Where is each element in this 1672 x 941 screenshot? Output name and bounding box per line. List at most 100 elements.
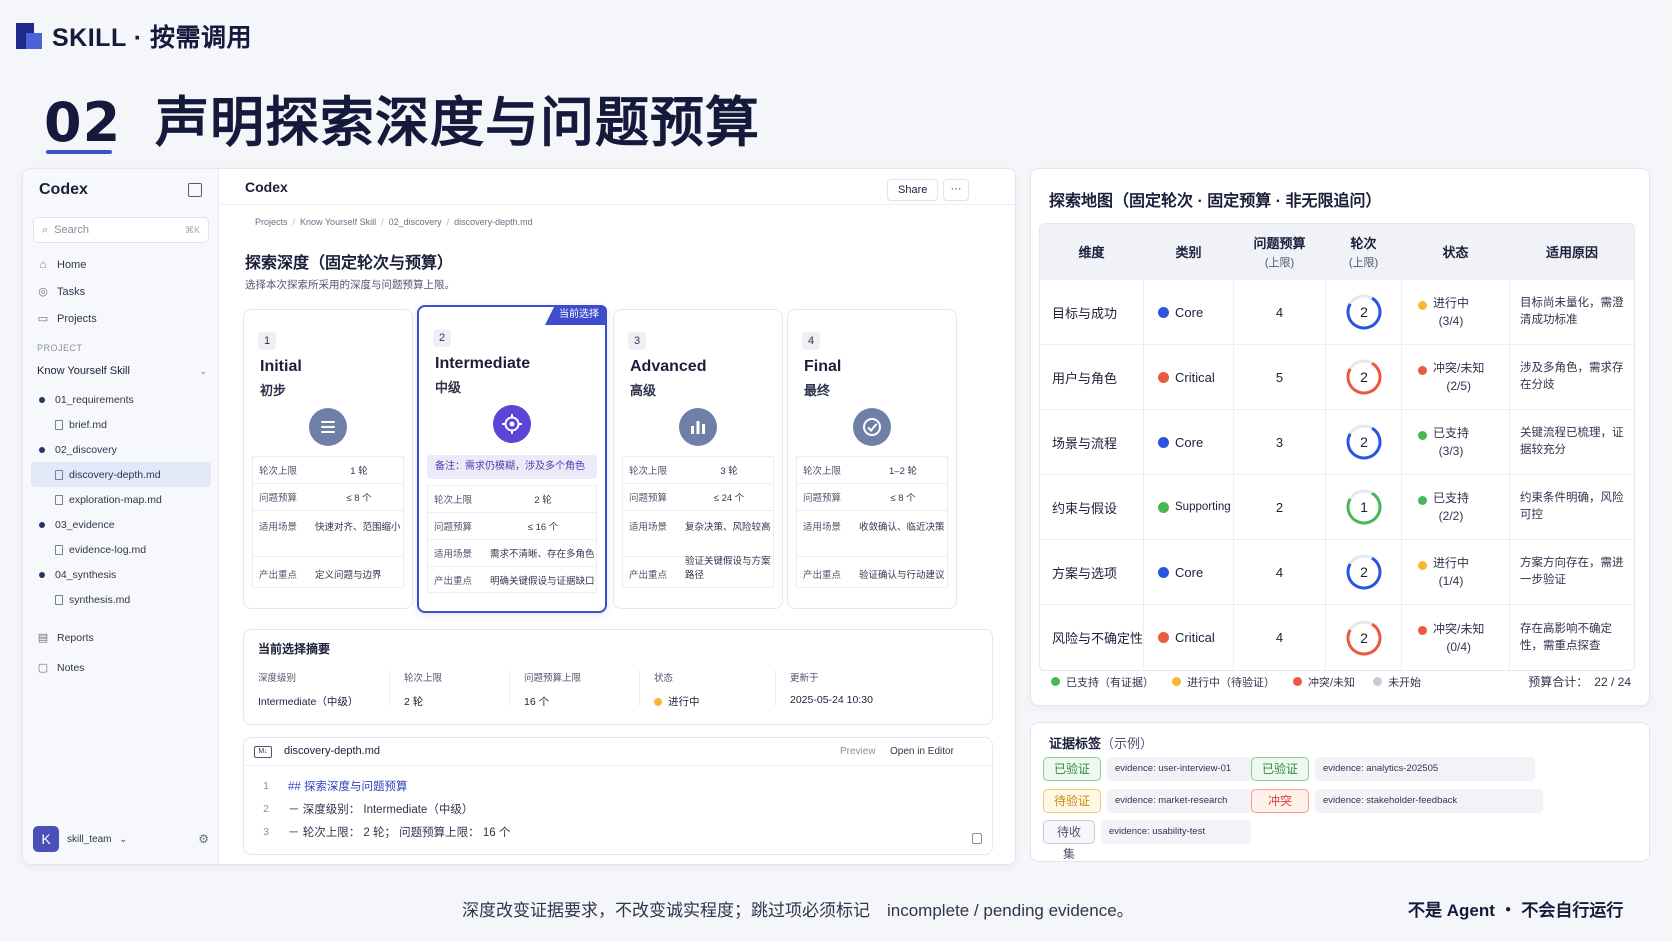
- column-header-label: 问题预算: [1253, 236, 1306, 251]
- sidebar: Codex ⌕ Search ⌘K ⌂ Home ◎ Tasks ▭ Projects P…: [23, 169, 219, 864]
- main-title: Codex: [245, 179, 288, 195]
- evidence-reference[interactable]: evidence: analytics-202505: [1315, 757, 1535, 781]
- folder-dot-icon: [39, 396, 45, 403]
- breadcrumb-item[interactable]: 02_discovery: [389, 217, 442, 227]
- tree-file[interactable]: brief.md: [31, 412, 211, 437]
- status-progress: (2/5): [1446, 379, 1472, 393]
- legend-item: 冲突/未知: [1293, 674, 1355, 690]
- legend-item: 进行中（待验证）: [1172, 674, 1275, 690]
- status-label: 冲突/未知: [1433, 361, 1485, 375]
- evidence-reference[interactable]: evidence: user-interview-01: [1107, 757, 1261, 781]
- category-label: Core: [1175, 434, 1204, 450]
- table-row[interactable]: 场景与流程 Core 3 2 已支持 (3/3) 关键流程已梳理，证据较充分: [1040, 410, 1634, 475]
- sidebar-item-tasks[interactable]: ◎ Tasks: [37, 278, 207, 305]
- sidebar-item-home[interactable]: ⌂ Home: [37, 251, 207, 278]
- detail-key: 适用场景: [803, 522, 842, 533]
- detail-value: ≤ 16 个: [527, 522, 559, 533]
- budget-cell: 5: [1234, 345, 1326, 409]
- depth-card-final[interactable]: 4 Final 最终 轮次上限 1–2 轮问题预算 ≤ 8 个适用场景 收敛确认、临近决策产…: [787, 309, 957, 609]
- page-title: 02 声明探索深度与问题预算: [44, 78, 760, 157]
- avatar[interactable]: K: [33, 826, 59, 852]
- status-progress: (3/4): [1438, 314, 1464, 328]
- copy-icon[interactable]: [972, 833, 982, 844]
- tree-folder[interactable]: 01_requirements: [31, 387, 211, 412]
- card-details: 轮次上限 1 轮问题预算 ≤ 8 个适用场景 快速对齐、范围缩小 产出重点 定义问题与边界: [252, 456, 404, 588]
- breadcrumb-item[interactable]: Projects: [255, 217, 288, 227]
- project-selector[interactable]: Know Yourself Skill ⌄: [37, 361, 207, 381]
- category-cell: Core: [1144, 410, 1234, 474]
- table-row[interactable]: 方案与选项 Core 4 2 进行中 (1/4) 方案方向存在，需进一步验证: [1040, 540, 1634, 605]
- summary-value: 2025-05-24 10:30: [790, 694, 944, 706]
- status-progress: (3/3): [1438, 444, 1464, 458]
- sidebar-item-notes[interactable]: ▢ Notes: [37, 653, 207, 683]
- tree-file[interactable]: synthesis.md: [31, 587, 211, 612]
- tree-folder[interactable]: 04_synthesis: [31, 562, 211, 587]
- summary-field: 问题预算上限 16 个: [510, 670, 640, 708]
- card-detail-row: 问题预算 ≤ 24 个: [622, 483, 774, 510]
- detail-key: 轮次上限: [629, 466, 668, 477]
- card-detail-row: 轮次上限 3 轮: [622, 456, 774, 483]
- rounds-cell: 2: [1326, 540, 1402, 604]
- tree-item-label: 02_discovery: [55, 443, 117, 456]
- editor-line[interactable]: 3 － 轮次上限： 2 轮； 问题预算上限： 16 个: [244, 820, 992, 843]
- tree-file[interactable]: discovery-depth.md: [31, 462, 211, 487]
- table-row[interactable]: 目标与成功 Core 4 2 进行中 (3/4) 目标尚未量化，需澄清成功标准: [1040, 280, 1634, 345]
- share-button[interactable]: Share: [887, 179, 939, 201]
- user-menu[interactable]: K skill_team ⌄ ⚙: [33, 826, 209, 852]
- tree-file[interactable]: exploration-map.md: [31, 487, 211, 512]
- reason-text: 约束条件明确，风险可控: [1520, 492, 1624, 521]
- more-button[interactable]: ···: [943, 179, 969, 201]
- chevron-down-icon: ⌄: [119, 833, 128, 844]
- evidence-status-chip[interactable]: 待收集: [1043, 820, 1095, 861]
- sidebar-nav: ⌂ Home ◎ Tasks ▭ Projects: [37, 251, 207, 332]
- status-progress: (0/4): [1446, 639, 1472, 654]
- evidence-status-chip[interactable]: 冲突: [1251, 789, 1309, 813]
- category-label: Supporting: [1175, 501, 1231, 513]
- evidence-status-chip[interactable]: 已验证: [1043, 757, 1101, 781]
- tree-file[interactable]: evidence-log.md: [31, 537, 211, 562]
- budget-total-label: 预算合计：: [1528, 675, 1589, 689]
- table-row[interactable]: 约束与假设 Supporting 2 1 已支持 (2/2) 约束条件明确，风险可控: [1040, 475, 1634, 540]
- summary-key: 深度级别: [258, 673, 297, 684]
- check-circle-icon: [853, 408, 891, 446]
- file-icon: [55, 594, 63, 605]
- table-row[interactable]: 用户与角色 Critical 5 2 冲突/未知 (2/5) 涉及多角色，需求存在分歧: [1040, 345, 1634, 410]
- main-header: Codex Share ···: [219, 169, 1015, 205]
- breadcrumb: Projects / Know Yourself Skill / 02_discover…: [255, 217, 533, 227]
- breadcrumb-item[interactable]: Know Yourself Skill: [300, 217, 376, 227]
- editor-line[interactable]: 2 － 深度级别： Intermediate（中级）: [244, 797, 992, 820]
- evidence-reference[interactable]: evidence: usability-test: [1101, 820, 1251, 844]
- tree-item-label: brief.md: [69, 418, 107, 431]
- detail-key: 产出重点: [803, 570, 842, 581]
- sidebar-item-projects[interactable]: ▭ Projects: [37, 305, 207, 332]
- evidence-reference[interactable]: evidence: stakeholder-feedback: [1315, 789, 1543, 813]
- search-input[interactable]: ⌕ Search ⌘K: [33, 217, 209, 243]
- depth-card-advanced[interactable]: 3 Advanced 高级 轮次上限 3 轮问题预算 ≤ 24 个适用场景 复杂决策、风险较…: [613, 309, 783, 609]
- status-text: 冲突/未知 (2/5): [1433, 359, 1484, 395]
- new-note-icon[interactable]: [188, 183, 202, 197]
- preview-button[interactable]: Preview: [840, 746, 876, 757]
- evidence-status-chip[interactable]: 已验证: [1251, 757, 1309, 781]
- status-dot-icon: [654, 697, 662, 706]
- category-label: Critical: [1175, 630, 1215, 645]
- check-circle-icon: ◎: [38, 285, 48, 298]
- evidence-status-chip[interactable]: 待验证: [1043, 789, 1101, 813]
- sidebar-item-reports[interactable]: ▤ Reports: [37, 623, 207, 653]
- editor-line[interactable]: 1 ## 探索深度与问题预算: [244, 774, 992, 797]
- brand-logo-icon: [16, 23, 42, 49]
- depth-card-intermediate[interactable]: 2 Intermediate 中级 当前选择 备注：需求仍模糊，涉及多个角色 轮次上限 2 …: [417, 305, 607, 613]
- card-details: 轮次上限 1–2 轮问题预算 ≤ 8 个适用场景 收敛确认、临近决策 产出重点 验证确认与…: [796, 456, 948, 588]
- dimension-cell: 用户与角色: [1040, 345, 1144, 409]
- table-row[interactable]: 风险与不确定性 Critical 4 2 冲突/未知 (0/4) 存在高影响不确定性，需重点…: [1040, 605, 1634, 670]
- tree-folder[interactable]: 02_discovery: [31, 437, 211, 462]
- gear-icon[interactable]: ⚙: [198, 832, 209, 846]
- category-cell: Critical: [1144, 605, 1234, 670]
- open-in-editor-button[interactable]: Open in Editor: [890, 746, 954, 757]
- evidence-reference[interactable]: evidence: market-research: [1107, 789, 1257, 813]
- depth-card-initial[interactable]: 1 Initial 初步 轮次上限 1 轮问题预算 ≤ 8 个适用场景 快速对齐、范围缩小产…: [243, 309, 413, 609]
- summary-value-text: 2 轮: [404, 696, 424, 708]
- column-header-sub: (上限): [1264, 257, 1295, 269]
- tree-folder[interactable]: 03_evidence: [31, 512, 211, 537]
- breadcrumb-item[interactable]: discovery-depth.md: [454, 217, 533, 227]
- detail-value: 明确关键假设与证据缺口: [490, 575, 595, 587]
